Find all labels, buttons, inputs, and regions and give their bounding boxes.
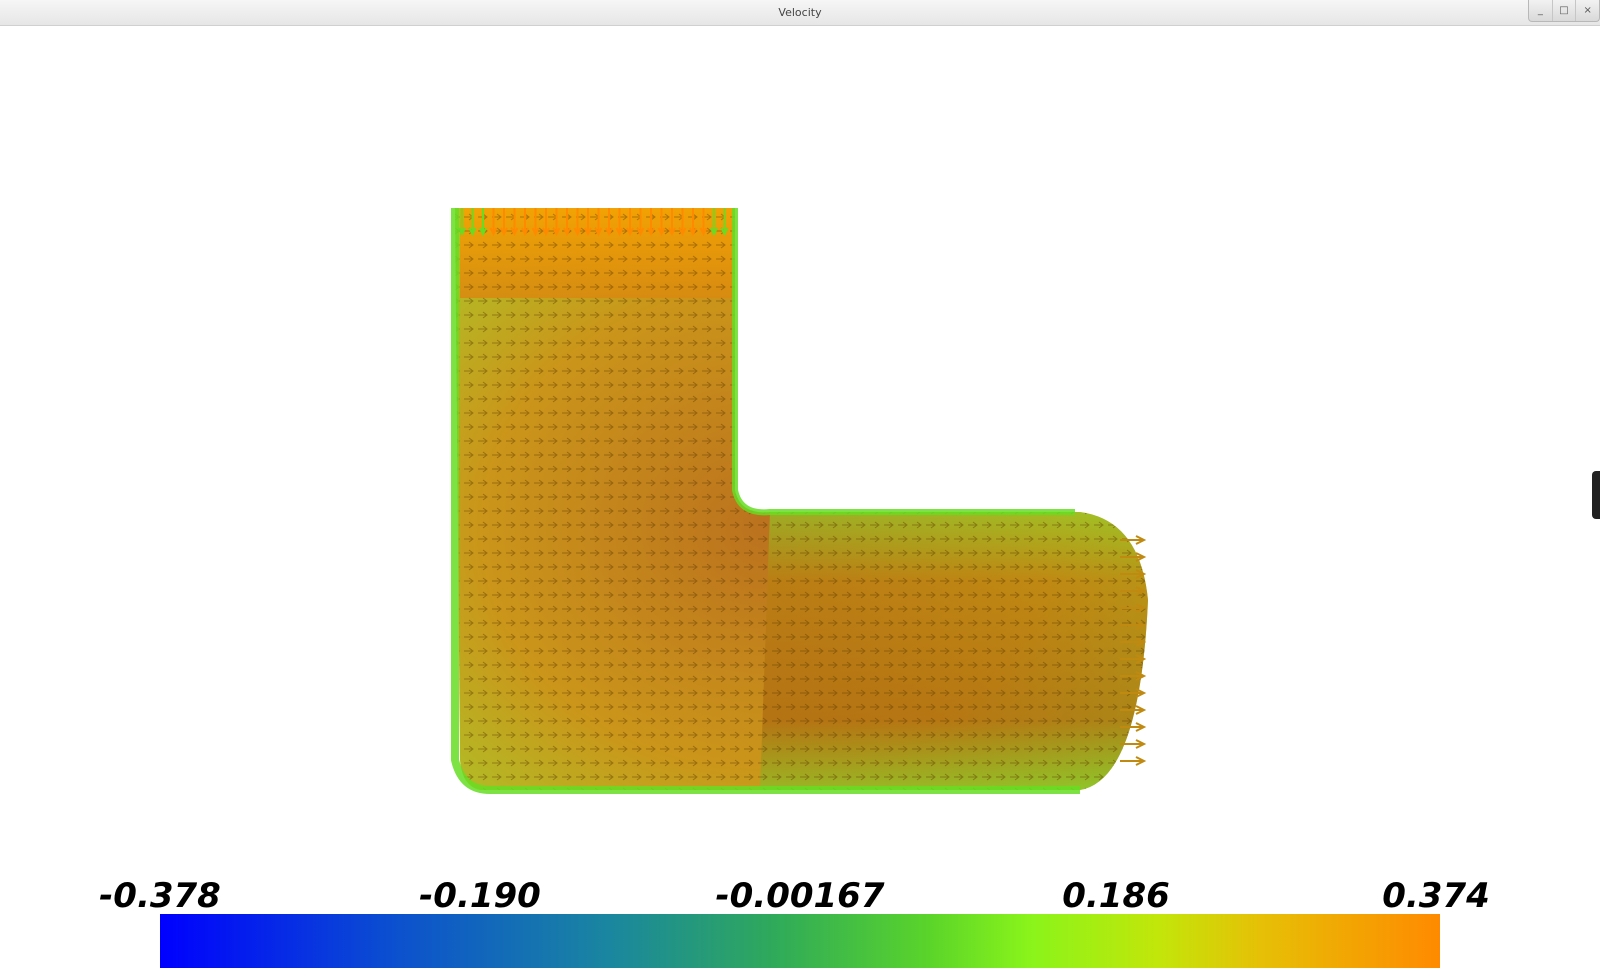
colorbar-gradient bbox=[160, 914, 1440, 968]
minimize-button[interactable]: _ bbox=[1529, 0, 1553, 21]
app-window: Velocity _ □ × -0.378 -0.190 -0.00167 0.… bbox=[0, 0, 1600, 978]
title-bar[interactable]: Velocity _ □ × bbox=[0, 0, 1600, 26]
close-button[interactable]: × bbox=[1576, 0, 1599, 21]
render-viewport[interactable] bbox=[0, 26, 1600, 978]
arrow-icon bbox=[1120, 756, 1147, 766]
colorbar-label-min: -0.378 bbox=[99, 876, 221, 916]
side-panel-handle[interactable] bbox=[1592, 471, 1600, 519]
window-title: Velocity bbox=[778, 6, 822, 19]
colorbar-label-mid: -0.00167 bbox=[715, 876, 885, 916]
pipe-domain bbox=[451, 208, 1148, 794]
colorbar-label-q3: 0.186 bbox=[1062, 876, 1170, 916]
velocity-field-plot[interactable] bbox=[0, 26, 1600, 978]
maximize-button[interactable]: □ bbox=[1553, 0, 1577, 21]
window-controls: _ □ × bbox=[1528, 0, 1600, 22]
colorbar-label-max: 0.374 bbox=[1382, 876, 1490, 916]
colorbar-label-q1: -0.190 bbox=[419, 876, 541, 916]
